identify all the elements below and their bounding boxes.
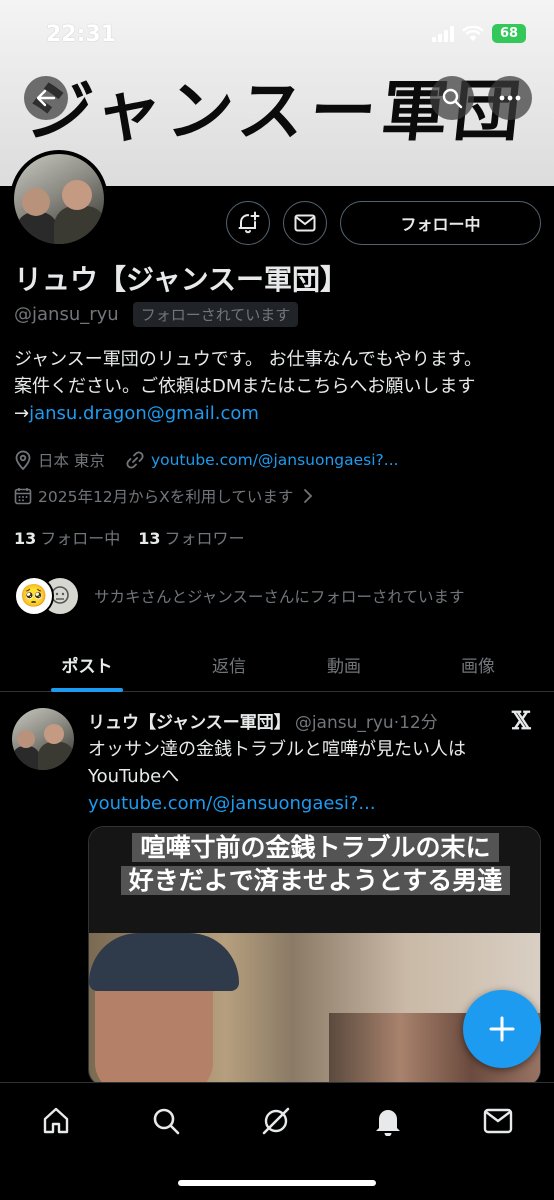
following-count-link[interactable]: 13 フォロー中 [14, 525, 120, 549]
bio-line-1: ジャンスー軍団のリュウです。 お仕事なんでもやります。 [14, 349, 482, 370]
follow-counts: 13 フォロー中 13 フォロワー [14, 525, 245, 549]
post-text-line-1: オッサン達の金銭トラブルと喧嘩が見たい人は [88, 739, 466, 760]
handle-row: @jansu_ryu フォローされています [14, 302, 299, 327]
profile-avatar[interactable] [10, 150, 108, 248]
nav-search[interactable] [146, 1101, 186, 1141]
post-author-handle: @jansu_ryu [294, 713, 394, 733]
cellular-signal-icon [432, 25, 454, 42]
bio-line-3: →jansu.dragon@gmail.com [14, 400, 544, 427]
calendar-icon [14, 488, 32, 505]
profile-bio: ジャンスー軍団のリュウです。 お仕事なんでもやります。 案件ください。ご依頼はD… [14, 346, 544, 427]
bio-line-2: 案件ください。ご依頼はDMまたはこちらへお願いします [14, 376, 476, 397]
media-caption-line-2: 好きだよで済ませようとする男達 [120, 866, 511, 895]
location-icon [15, 450, 31, 470]
follower-avatar-sakaki: 🥺 [14, 576, 54, 616]
back-button[interactable] [24, 76, 68, 120]
nav-messages[interactable] [478, 1101, 518, 1141]
home-indicator [178, 1180, 376, 1186]
battery-indicator: 68 [492, 24, 526, 43]
back-icon [36, 89, 56, 107]
wifi-icon [462, 25, 484, 41]
link-icon [126, 451, 144, 469]
status-icons: 68 [432, 24, 526, 43]
status-bar: 22:31 68 [0, 0, 554, 70]
media-thumbnail-top: 喧嘩寸前の金銭トラブルの末に 好きだよで済ませようとする男達 [89, 827, 540, 933]
message-button[interactable] [283, 201, 327, 245]
nav-home[interactable] [36, 1101, 76, 1141]
profile-joined-row[interactable]: 2025年12月からXを利用しています [14, 485, 321, 507]
tab-images[interactable]: 画像 [428, 636, 528, 692]
mail-icon [294, 214, 316, 232]
home-icon [43, 1107, 69, 1134]
plus-icon [489, 1016, 515, 1042]
post-text: オッサン達の金銭トラブルと喧嘩が見たい人は YouTubeへ youtube.c… [88, 736, 538, 817]
followed-by-text: サカキさんとジャンスーさんにフォローされています [94, 588, 465, 606]
following-button[interactable]: フォロー中 [340, 201, 541, 245]
bio-arrow: → [14, 403, 30, 424]
post-link[interactable]: youtube.com/@jansuongaesi?... [88, 790, 538, 817]
followers-count-link[interactable]: 13 フォロワー [138, 525, 244, 549]
post-author-name[interactable]: リュウ【ジャンスー軍団】 [88, 708, 291, 733]
tab-posts[interactable]: ポスト [37, 636, 137, 692]
profile-display-name: リュウ【ジャンスー軍団】 [14, 263, 349, 296]
notification-icon [376, 1110, 400, 1136]
grok-icon [262, 1107, 290, 1135]
search-icon [153, 1108, 180, 1135]
bell-plus-icon [238, 211, 260, 234]
profile-handle: @jansu_ryu [14, 304, 119, 325]
more-icon [499, 95, 521, 101]
profile-tabs: ポスト 返信 動画 画像 [0, 636, 554, 692]
media-caption: 喧嘩寸前の金銭トラブルの末に 好きだよで済ませようとする男達 [107, 831, 524, 897]
x-logo-icon: 𝕏 [512, 706, 531, 735]
notify-button[interactable] [226, 201, 270, 245]
post-header: リュウ【ジャンスー軍団】 @jansu_ryu · 12分 [88, 708, 438, 733]
tab-replies[interactable]: 返信 [179, 636, 279, 692]
bio-email-link[interactable]: jansu.dragon@gmail.com [29, 403, 259, 424]
status-time: 22:31 [46, 22, 117, 47]
post-text-line-2: YouTubeへ [88, 766, 180, 787]
tab-videos[interactable]: 動画 [294, 636, 394, 692]
messages-icon [483, 1108, 513, 1134]
profile-meta-row: 日本 東京 youtube.com/@jansuongaesi?... [14, 449, 399, 471]
profile-joined-date: 2025年12月からXを利用しています [38, 488, 294, 506]
search-button[interactable] [430, 76, 474, 120]
followed-by-row[interactable]: 🥺 サカキさんとジャンスーさんにフォローされています [14, 576, 464, 616]
follows-you-badge: フォローされています [132, 302, 299, 327]
chevron-right-icon [304, 489, 313, 503]
nav-grok[interactable] [256, 1101, 296, 1141]
profile-website-link[interactable]: youtube.com/@jansuongaesi?... [151, 451, 399, 469]
profile-location: 日本 東京 [38, 452, 105, 470]
post-timestamp: 12分 [399, 713, 438, 733]
search-icon [442, 88, 463, 109]
more-button[interactable] [488, 76, 532, 120]
media-caption-line-1: 喧嘩寸前の金銭トラブルの末に [132, 833, 499, 862]
active-tab-indicator [51, 688, 123, 692]
post-avatar[interactable] [12, 708, 74, 770]
nav-notifications[interactable] [368, 1101, 408, 1141]
compose-post-button[interactable] [463, 990, 541, 1068]
